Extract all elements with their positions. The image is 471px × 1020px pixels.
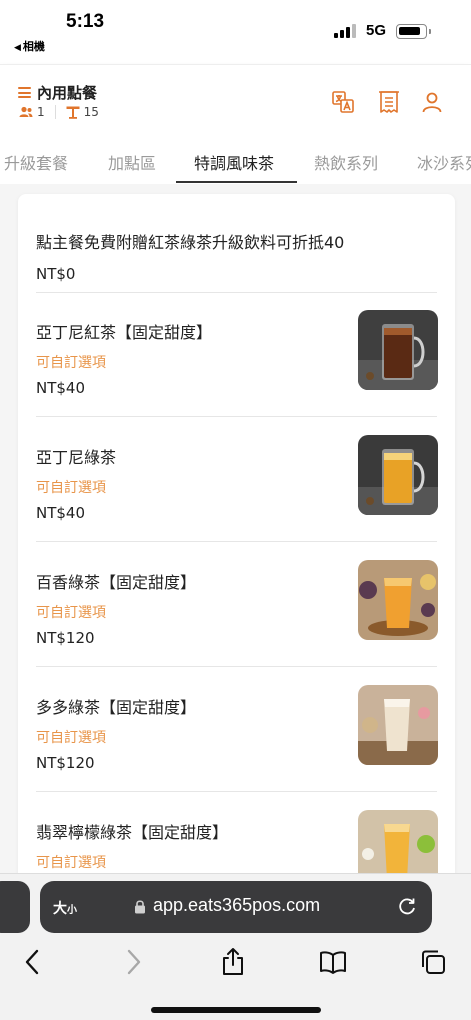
menu-item-option: 可自訂選項 xyxy=(36,480,106,496)
divider xyxy=(36,666,437,667)
menu-item-price: NT$40 xyxy=(36,379,86,397)
bookmarks-icon[interactable] xyxy=(318,947,348,977)
tab-add-on[interactable]: 加點區 xyxy=(108,150,156,174)
forward-icon[interactable] xyxy=(118,947,148,977)
back-icon[interactable] xyxy=(18,947,48,977)
menu-item-name[interactable]: 亞丁尼綠茶 xyxy=(36,444,116,468)
guest-count: 1 xyxy=(37,105,45,119)
menu-item-name[interactable]: 亞丁尼紅茶【固定甜度】 xyxy=(36,319,212,343)
menu-item-option: 可自訂選項 xyxy=(36,355,106,371)
menu-icon[interactable] xyxy=(18,87,31,98)
menu-item-name[interactable]: 多多綠茶【固定甜度】 xyxy=(36,694,196,718)
table-icon xyxy=(66,106,80,119)
promo-item-title[interactable]: 點主餐免費附贈紅茶綠茶升級飲料可折抵40 xyxy=(36,229,344,253)
lemon-tea-image[interactable] xyxy=(358,810,438,880)
promo-item-price: NT$0 xyxy=(36,265,76,283)
address-bar[interactable]: 大小 app.eats365pos.com xyxy=(40,881,432,933)
tab-hot-drinks[interactable]: 熱飲系列 xyxy=(314,150,378,174)
menu-item-name[interactable]: 百香綠茶【固定甜度】 xyxy=(36,569,196,593)
translate-icon[interactable] xyxy=(331,90,355,114)
page-title: 內用點餐 xyxy=(37,84,98,102)
yakult-tea-image[interactable] xyxy=(358,685,438,765)
order-meta: 1 15 xyxy=(19,105,99,119)
menu-item-price: NT$120 xyxy=(36,629,95,647)
back-app-label: 相機 xyxy=(22,40,45,53)
table-number: 15 xyxy=(83,105,99,119)
menu-item-price: NT$40 xyxy=(36,504,86,522)
home-indicator[interactable] xyxy=(151,1007,321,1013)
divider xyxy=(36,791,437,792)
guests-icon xyxy=(19,106,33,117)
divider xyxy=(36,541,437,542)
menu-item-price: NT$120 xyxy=(36,754,95,772)
back-to-app-link[interactable]: ◀ 相機 xyxy=(14,38,45,54)
category-tabs: 升級套餐 加點區 特調風味茶 熱飲系列 冰沙系列 xyxy=(0,136,471,184)
divider xyxy=(36,292,437,293)
previous-tab-pill[interactable] xyxy=(0,881,30,933)
receipt-icon[interactable] xyxy=(377,90,401,114)
reload-icon[interactable] xyxy=(396,896,418,918)
green-tea-image[interactable] xyxy=(358,435,438,515)
passionfruit-tea-image[interactable] xyxy=(358,560,438,640)
tab-upgrade-set[interactable]: 升級套餐 xyxy=(4,150,68,174)
user-icon[interactable] xyxy=(420,90,444,114)
text-size-small-label: 小 xyxy=(67,905,77,916)
tab-special-tea[interactable]: 特調風味茶 xyxy=(194,150,274,174)
divider xyxy=(36,416,437,417)
share-icon[interactable] xyxy=(218,947,248,977)
active-tab-indicator xyxy=(176,181,297,183)
menu-card: 點主餐免費附贈紅茶綠茶升級飲料可折抵40 NT$0 亞丁尼紅茶【固定甜度】 可自… xyxy=(18,194,455,880)
menu-item-option: 可自訂選項 xyxy=(36,730,106,746)
app-header: 內用點餐 1 15 xyxy=(0,64,471,136)
status-time: 5:13 xyxy=(66,11,105,32)
menu-item-name[interactable]: 翡翠檸檬綠茶【固定甜度】 xyxy=(36,819,228,843)
tab-smoothies[interactable]: 冰沙系列 xyxy=(417,150,471,174)
menu-item-option: 可自訂選項 xyxy=(36,605,106,621)
text-size-label: 大 xyxy=(53,901,67,917)
network-label: 5G xyxy=(366,22,387,39)
battery-icon xyxy=(396,24,431,39)
black-tea-image[interactable] xyxy=(358,310,438,390)
header-title-group[interactable]: 內用點餐 xyxy=(18,82,97,103)
status-bar: 5:13 ◀ 相機 5G xyxy=(0,0,471,62)
browser-toolbar: 大小 app.eats365pos.com xyxy=(0,873,471,1020)
menu-item-option: 可自訂選項 xyxy=(36,855,106,871)
text-size-button[interactable]: 大小 xyxy=(53,898,77,918)
lock-icon xyxy=(135,900,145,914)
back-triangle-icon: ◀ xyxy=(14,43,21,53)
tabs-icon[interactable] xyxy=(418,947,448,977)
url-text: app.eats365pos.com xyxy=(153,895,321,915)
signal-icon xyxy=(334,24,356,38)
menu-area: 點主餐免費附贈紅茶綠茶升級飲料可折抵40 NT$0 亞丁尼紅茶【固定甜度】 可自… xyxy=(0,184,471,880)
